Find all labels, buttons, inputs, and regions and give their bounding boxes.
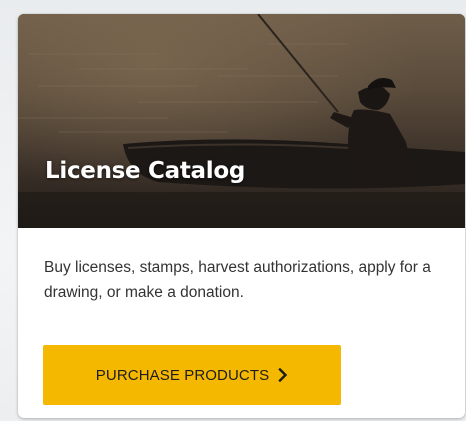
hero-image: License Catalog bbox=[18, 14, 465, 228]
card-description: Buy licenses, stamps, harvest authorizat… bbox=[44, 259, 431, 301]
fisherman-silhouette-image bbox=[18, 14, 465, 228]
card-title: License Catalog bbox=[45, 158, 246, 184]
card-body: Buy licenses, stamps, harvest authorizat… bbox=[18, 228, 465, 418]
purchase-products-label: PURCHASE PRODUCTS bbox=[95, 366, 270, 384]
license-catalog-card: License Catalog Buy licenses, stamps, ha… bbox=[18, 14, 465, 418]
purchase-products-button[interactable]: PURCHASE PRODUCTS bbox=[43, 345, 341, 405]
chevron-right-icon bbox=[278, 368, 288, 382]
